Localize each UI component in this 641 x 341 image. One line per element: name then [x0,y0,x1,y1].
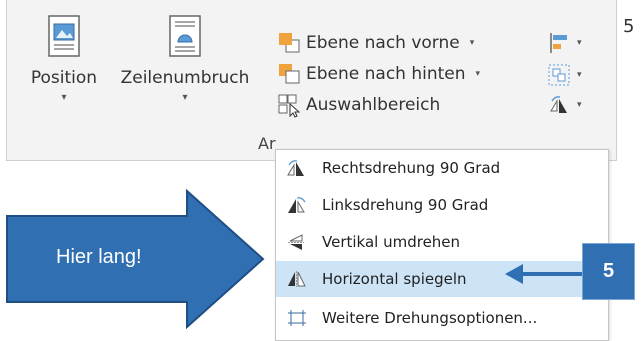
wrap-text-button[interactable]: Zeilenumbruch ▾ [110,14,260,103]
pointer-arrow-icon [505,264,583,284]
group-caret[interactable]: ▾ [577,70,582,80]
stray-number: 5 [623,16,635,37]
group-icon [548,64,570,86]
menu-item-label: Rechtsdrehung 90 Grad [322,159,501,177]
group-button[interactable]: ▾ [547,63,582,87]
bring-forward-label: Ebene nach vorne [306,33,460,53]
menu-item-label: Vertikal umdrehen [322,233,461,251]
send-backward-icon [276,61,302,87]
bring-forward-icon [276,30,302,56]
rotate-caret[interactable]: ▾ [577,100,582,110]
selection-pane-label: Auswahlbereich [306,95,441,115]
send-backward-button[interactable]: Ebene nach hinten ▾ [276,59,480,89]
align-button[interactable]: ▾ [547,31,582,55]
menu-item-label: Linksdrehung 90 Grad [322,196,489,214]
rotate-menu: Rechtsdrehung 90 Grad Linksdrehung 90 Gr… [275,149,609,341]
bring-forward-button[interactable]: Ebene nach vorne ▾ [276,28,474,58]
position-button[interactable]: Position ▾ [20,14,108,103]
menu-item-rotate-right[interactable]: Rechtsdrehung 90 Grad [276,150,608,186]
send-backward-caret[interactable]: ▾ [476,69,481,79]
position-label: Position [30,68,98,88]
callout-arrow-text: Hier lang! [56,246,142,268]
flip-vertical-icon [286,232,308,252]
flip-horizontal-icon [286,269,308,289]
step-badge: 5 [582,243,635,300]
wrap-text-dropdown-caret[interactable]: ▾ [110,92,260,103]
send-backward-label: Ebene nach hinten [306,64,466,84]
selection-pane-icon [276,92,302,118]
rotate-button[interactable]: ▾ [547,93,582,117]
rotate-right-icon [286,158,308,178]
rotate-left-icon [286,195,308,215]
align-icon [550,33,567,53]
position-icon [43,14,85,60]
menu-item-rotate-left[interactable]: Linksdrehung 90 Grad [276,187,608,223]
wrap-text-icon [164,14,206,60]
more-rotation-options-icon [286,308,308,328]
menu-item-label: Horizontal spiegeln [322,270,467,288]
wrap-text-label: Zeilenumbruch [120,68,250,88]
menu-item-label: Weitere Drehungsoptionen... [322,309,538,327]
selection-pane-button[interactable]: Auswahlbereich [276,90,440,120]
menu-item-flip-vertical[interactable]: Vertikal umdrehen [276,224,608,260]
bring-forward-caret[interactable]: ▾ [470,38,475,48]
align-caret[interactable]: ▾ [577,38,582,48]
position-dropdown-caret[interactable]: ▾ [20,92,108,103]
menu-item-more-rotation-options[interactable]: Weitere Drehungsoptionen... [276,300,608,336]
arrange-group-label: Ar [258,134,276,153]
rotate-icon [550,96,567,113]
